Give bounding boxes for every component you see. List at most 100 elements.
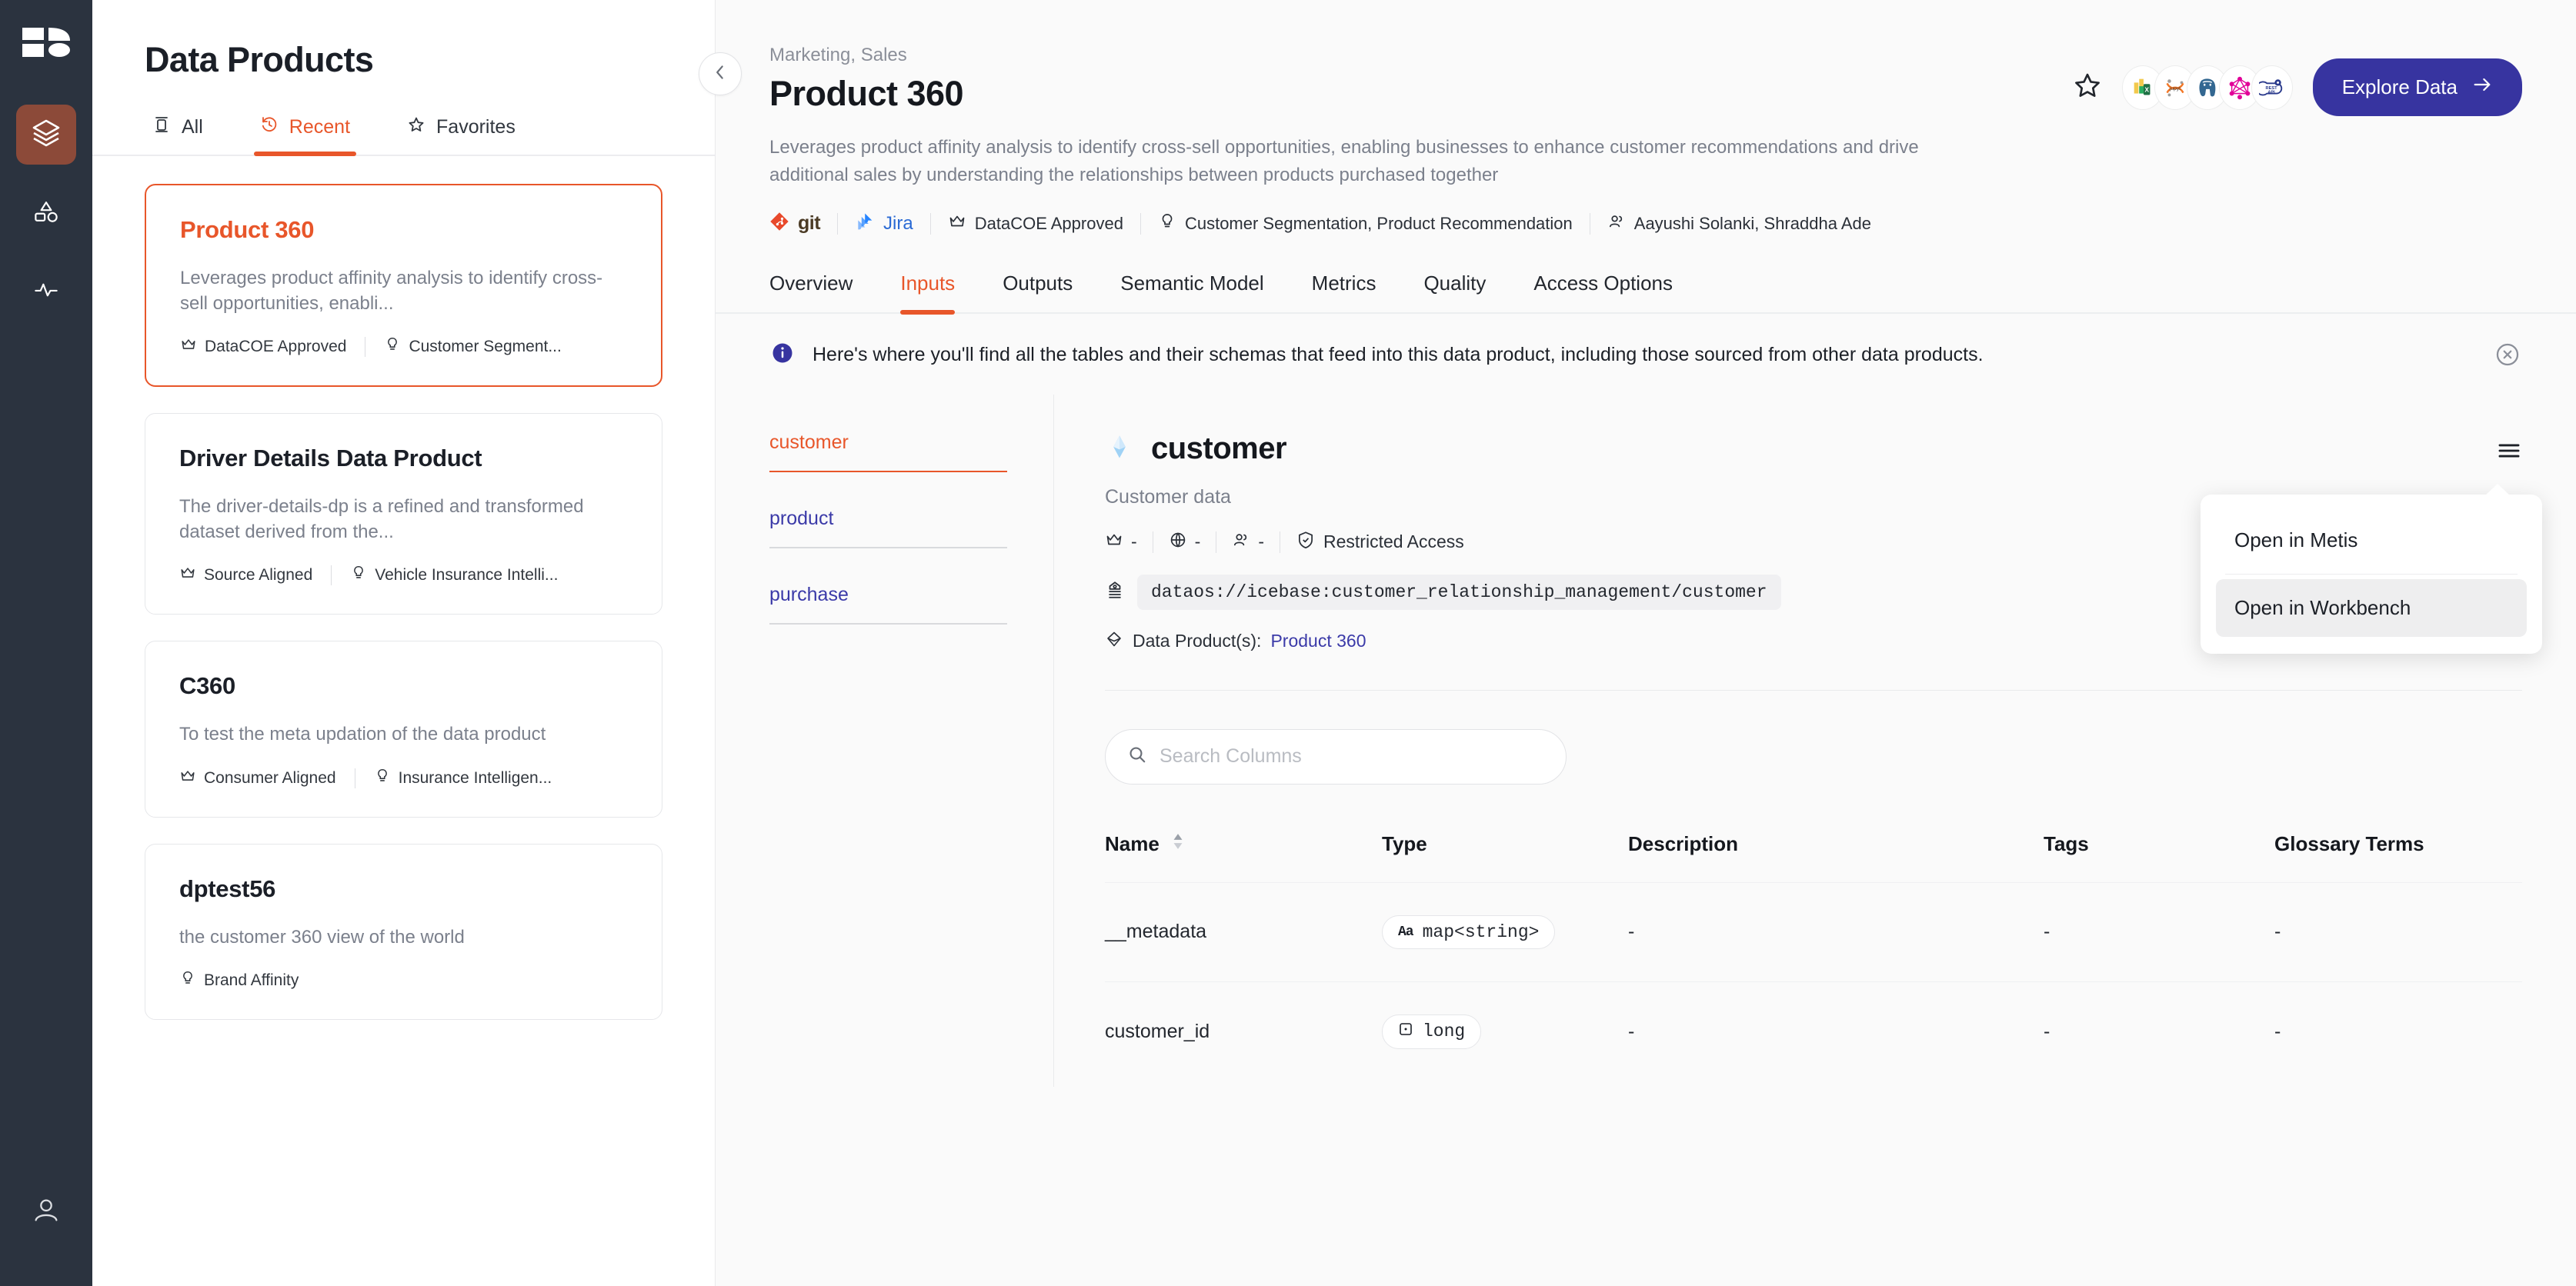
list-item[interactable]: dptest56 the customer 360 view of the wo…: [145, 843, 662, 1020]
page-title: Data Products: [145, 40, 374, 79]
divider: [837, 212, 839, 235]
table-owner-label: -: [1258, 531, 1265, 552]
product-owners: Aayushi Solanki, Shraddha Ade: [1607, 212, 1871, 235]
people-icon: [1232, 531, 1250, 554]
sidebar-item-activity[interactable]: [16, 262, 76, 322]
sidebar-item-shapes[interactable]: [16, 183, 76, 243]
git-icon: [769, 212, 789, 236]
cell-tags: -: [2044, 881, 2274, 982]
rest-api-icon[interactable]: REST API: [2251, 65, 2293, 110]
input-table-product[interactable]: product: [769, 508, 1007, 548]
sort-icon[interactable]: [1172, 832, 1184, 856]
list-item[interactable]: C360 To test the meta updation of the da…: [145, 641, 662, 818]
chevron-left-icon: [710, 62, 730, 86]
product-meta-row: git Jira DataCOE Approved Customer Segme…: [769, 212, 2522, 236]
divider: [769, 546, 1007, 548]
tab-favorites[interactable]: Favorites: [407, 115, 516, 155]
cell-type: Aa map<string>: [1382, 881, 1628, 982]
product-description: Leverages product affinity analysis to i…: [769, 137, 1919, 186]
tab-recent[interactable]: Recent: [253, 115, 357, 156]
cell-description: -: [1628, 981, 2044, 1081]
card-tier-label: DataCOE Approved: [205, 338, 347, 356]
table-tier: -: [1105, 531, 1137, 554]
search-columns[interactable]: [1105, 728, 1567, 785]
git-link[interactable]: git: [769, 212, 821, 236]
table-detail-header: customer: [1105, 431, 2522, 466]
cell-name: __metadata: [1105, 881, 1382, 982]
sidebar-item-profile[interactable]: [16, 1181, 76, 1241]
svg-text:API: API: [2267, 90, 2275, 95]
tab-favorites-label: Favorites: [436, 116, 516, 138]
tab-all[interactable]: All: [152, 115, 203, 155]
divider: [1105, 689, 2522, 691]
table-uri[interactable]: dataos://icebase:customer_relationship_m…: [1137, 574, 1781, 610]
shield-check-icon: [1296, 530, 1316, 555]
input-table-customer[interactable]: customer: [769, 431, 1007, 472]
table-access: Restricted Access: [1296, 530, 1464, 555]
collapse-panel-button[interactable]: [699, 52, 742, 95]
arrow-right-icon: [2471, 74, 2493, 101]
type-badge-label: long: [1423, 1021, 1466, 1042]
card-meta: Source Aligned Vehicle Insurance Intelli…: [179, 565, 628, 586]
search-input[interactable]: [1160, 745, 1544, 768]
menu-item-open-in-workbench[interactable]: Open in Workbench: [2216, 578, 2527, 637]
jira-link[interactable]: Jira: [855, 212, 913, 236]
tab-all-label: All: [182, 116, 203, 138]
card-domain-label: Customer Segment...: [409, 338, 562, 356]
tab-outputs[interactable]: Outputs: [1003, 272, 1073, 312]
card-title: dptest56: [179, 875, 276, 902]
left-panel-tabs: All Recent Favorites: [92, 80, 715, 156]
input-table-purchase[interactable]: purchase: [769, 584, 1007, 625]
svg-text:jupyt: jupyt: [2169, 85, 2181, 91]
tab-overview[interactable]: Overview: [769, 272, 853, 312]
card-title: Product 360: [180, 216, 315, 243]
card-domain-label: Brand Affinity: [204, 971, 299, 989]
table-actions-menu: Open in Metis Open in Workbench: [2201, 483, 2542, 654]
table-row[interactable]: customer_id long - - -: [1105, 981, 2522, 1081]
sidebar-item-data-products[interactable]: [16, 105, 76, 165]
tab-quality[interactable]: Quality: [1423, 272, 1486, 312]
column-header-name[interactable]: Name: [1105, 832, 1382, 883]
tab-access-options[interactable]: Access Options: [1533, 272, 1673, 312]
divider: [929, 212, 931, 235]
divider: [769, 470, 1007, 472]
table-row[interactable]: __metadata Aa map<string> - - -: [1105, 881, 2522, 982]
type-badge: Aa map<string>: [1382, 915, 1556, 949]
close-circle-icon[interactable]: [2494, 341, 2521, 371]
hamburger-icon[interactable]: [2496, 438, 2522, 468]
main-content: Marketing, Sales Product 360 Leverages p…: [716, 0, 2576, 1286]
type-badge-label: map<string>: [1422, 921, 1540, 942]
info-banner: Here's where you'll find all the tables …: [716, 314, 2576, 395]
product-use-cases: Customer Segmentation, Product Recommend…: [1158, 212, 1573, 235]
card-description: To test the meta updation of the data pr…: [179, 724, 546, 745]
bulb-icon: [1158, 212, 1176, 235]
data-products-panel: Data Products All Recent Favorites Produ…: [92, 0, 716, 1286]
explore-data-button[interactable]: Explore Data: [2312, 58, 2522, 116]
menu-item-open-in-metis[interactable]: Open in Metis: [2216, 511, 2527, 569]
card-meta: Consumer Aligned Insurance Intelligen...: [179, 768, 628, 789]
database-icon: [152, 115, 171, 139]
input-table-purchase-label: purchase: [769, 583, 849, 605]
data-product-link[interactable]: Product 360: [1270, 631, 1366, 651]
card-domain: Insurance Intelligen...: [374, 768, 552, 789]
tab-metrics[interactable]: Metrics: [1312, 272, 1376, 312]
people-icon: [1607, 212, 1626, 235]
favorite-star-icon[interactable]: [2073, 71, 2102, 104]
brand-logo-icon[interactable]: [21, 26, 72, 74]
card-domain: Brand Affinity: [179, 970, 299, 991]
input-table-list: customer product purchase: [716, 394, 1054, 1087]
card-tier: Source Aligned: [179, 565, 312, 586]
tab-semantic-model[interactable]: Semantic Model: [1120, 272, 1263, 312]
tab-inputs[interactable]: Inputs: [900, 272, 955, 315]
divider: [331, 565, 332, 586]
card-domain: Vehicle Insurance Intelli...: [350, 565, 558, 586]
list-item[interactable]: Driver Details Data Product The driver-d…: [145, 413, 662, 615]
table-owner: -: [1232, 531, 1264, 554]
inputs-content: customer product purchase Open in Metis …: [716, 394, 2576, 1087]
tab-recent-label: Recent: [289, 116, 351, 138]
product-header: Marketing, Sales Product 360 Leverages p…: [716, 0, 2576, 236]
header-actions: X jupyt REST API Explore Data: [2073, 58, 2522, 116]
info-banner-text: Here's where you'll find all the tables …: [813, 343, 1984, 365]
column-header-type: Type: [1382, 831, 1427, 855]
list-item[interactable]: Product 360 Leverages product affinity a…: [145, 184, 662, 388]
